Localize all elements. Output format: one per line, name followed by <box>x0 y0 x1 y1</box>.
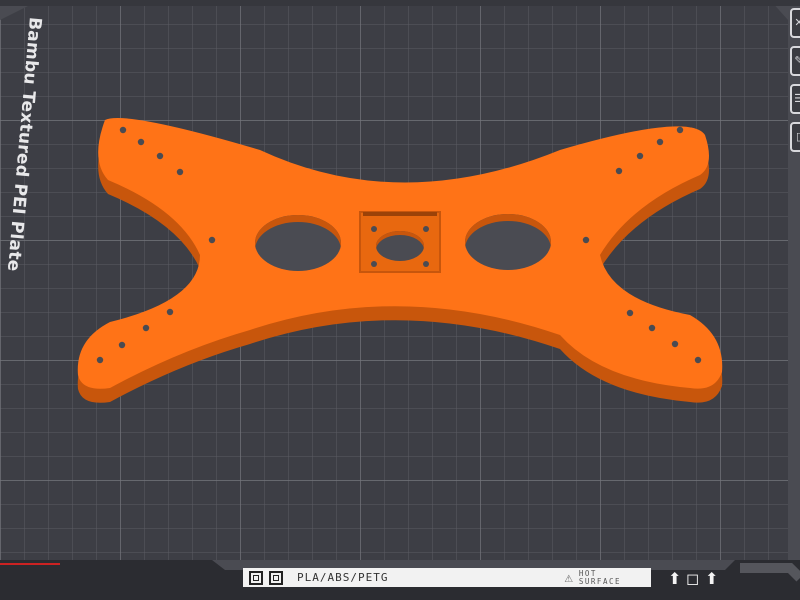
hot-surface-warning: ⚠ HOT SURFACE <box>564 569 621 586</box>
layers-icon[interactable]: ☰ <box>790 84 800 114</box>
box-icon[interactable]: ◻ <box>686 569 699 589</box>
brush-icon[interactable]: ✎ <box>790 46 800 76</box>
lift-icon[interactable]: ⬆ <box>705 569 718 589</box>
plate-info-label: PLA/ABS/PETG ⚠ HOT SURFACE <box>243 568 651 587</box>
3d-viewport[interactable] <box>0 0 800 600</box>
plate-qr-icon <box>269 570 283 585</box>
warning-icon: ⚠ <box>564 569 573 586</box>
split-icon[interactable]: ▯ <box>790 122 800 152</box>
material-label: PLA/ABS/PETG <box>297 571 389 584</box>
arrange-icon[interactable]: ✕ <box>790 8 800 38</box>
home-icon[interactable]: ⬆ <box>668 569 681 589</box>
plate-type-icon <box>249 570 263 585</box>
right-toolbar: ✕ ✎ ☰ ▯ <box>784 0 800 560</box>
warning-line-2: SURFACE <box>578 576 621 586</box>
